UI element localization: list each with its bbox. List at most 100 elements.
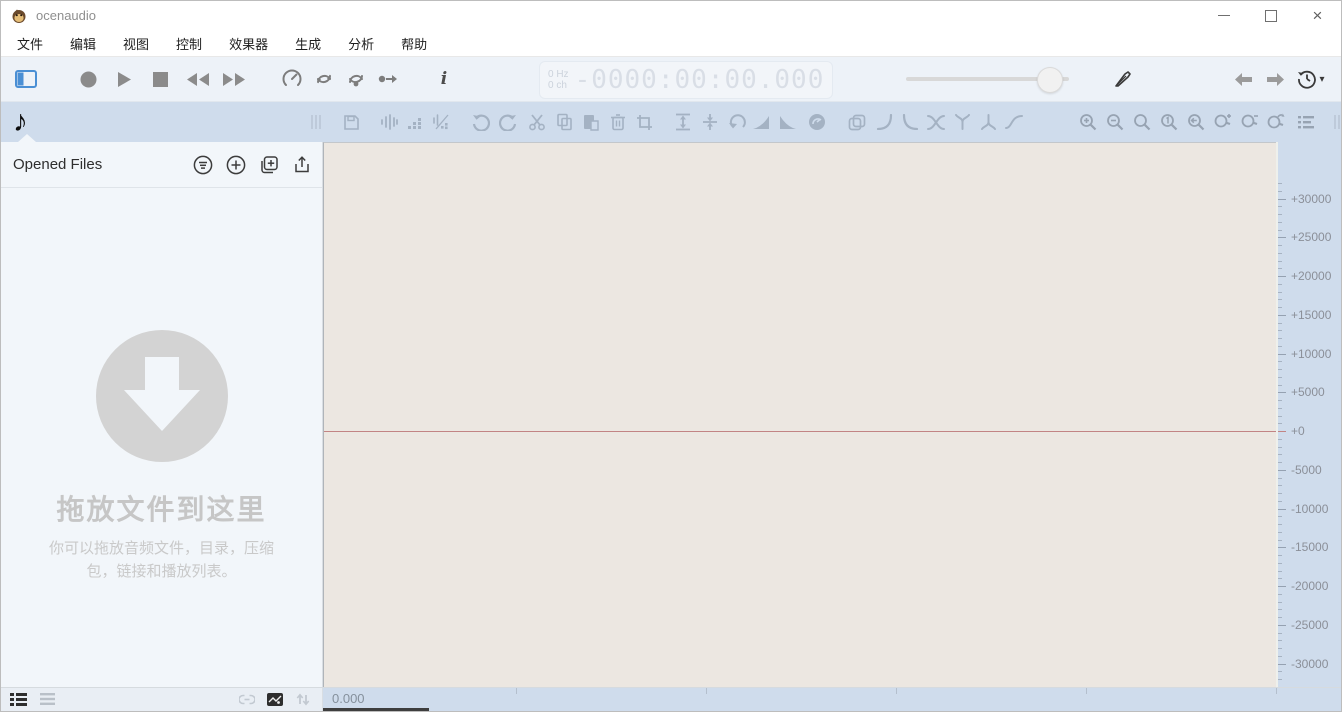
- crossfade-button[interactable]: [924, 110, 948, 134]
- ruler-label: +5000: [1291, 385, 1325, 399]
- ruler-tick: [1278, 330, 1282, 331]
- copy-button[interactable]: [552, 110, 576, 134]
- ruler-tick: [1278, 268, 1282, 269]
- save-button[interactable]: [339, 110, 363, 134]
- zoom-full-button[interactable]: [1157, 110, 1181, 134]
- zoom-in-button[interactable]: [1076, 110, 1100, 134]
- ruler-tick: [1278, 346, 1282, 347]
- trim-button[interactable]: [632, 110, 656, 134]
- scissors-icon: [528, 113, 546, 131]
- navigate-back-button[interactable]: [1230, 66, 1256, 92]
- copy-plus-icon: [259, 155, 279, 175]
- ruler-zero-tick: [1278, 431, 1286, 432]
- time-ruler[interactable]: 0.000: [323, 688, 1341, 711]
- channel-levels-button[interactable]: [1294, 110, 1318, 134]
- reverse-button[interactable]: [725, 110, 749, 134]
- bottom-bar: 0.000: [1, 687, 1341, 711]
- waveform-view-button[interactable]: [377, 110, 401, 134]
- add-file-button[interactable]: [226, 155, 246, 175]
- new-group-button[interactable]: [259, 155, 279, 175]
- sidebar-header-actions: [193, 155, 312, 175]
- ruler-tick: [1278, 338, 1282, 339]
- edit-toolbar: ♪: [1, 102, 1341, 142]
- vertical-zoom-reset-button[interactable]: [1263, 110, 1287, 134]
- minimize-icon: [1218, 15, 1230, 16]
- ruler-tick: [1278, 191, 1282, 192]
- play-from-cursor-button[interactable]: [375, 66, 401, 92]
- menu-analyze[interactable]: 分析: [348, 34, 374, 53]
- vertical-zoom-out-button[interactable]: [1237, 110, 1261, 134]
- menu-edit[interactable]: 编辑: [70, 34, 96, 53]
- zoom-out-button[interactable]: [1103, 110, 1127, 134]
- fast-forward-button[interactable]: [219, 66, 249, 92]
- export-file-button[interactable]: [292, 155, 312, 175]
- menu-control[interactable]: 控制: [176, 34, 202, 53]
- redo-button[interactable]: [496, 110, 520, 134]
- filter-files-button[interactable]: [193, 155, 213, 175]
- history-caret-icon: ▾: [1319, 74, 1324, 85]
- horizontal-scrollbar-thumb[interactable]: [323, 708, 429, 711]
- close-button[interactable]: ×: [1294, 1, 1341, 30]
- play-button[interactable]: [111, 66, 137, 92]
- loop-playback-button[interactable]: [311, 66, 337, 92]
- ruler-tick: [1278, 230, 1282, 231]
- cut-button[interactable]: [525, 110, 549, 134]
- waveform-editor[interactable]: [323, 142, 1276, 687]
- rewind-button[interactable]: [183, 66, 213, 92]
- curve-concave-button[interactable]: [898, 110, 922, 134]
- link-files-button[interactable]: [238, 691, 256, 707]
- menu-view[interactable]: 视图: [123, 34, 149, 53]
- ruler-tick: [1278, 253, 1282, 254]
- navigate-forward-button[interactable]: [1262, 66, 1288, 92]
- zoom-back-button[interactable]: [1184, 110, 1208, 134]
- clone-selection-button[interactable]: [845, 110, 869, 134]
- normalize-button[interactable]: [805, 110, 829, 134]
- loop-selection-button[interactable]: [343, 66, 369, 92]
- file-info-button[interactable]: i: [431, 66, 457, 92]
- amplitude-ruler[interactable]: +30000+25000+20000+15000+10000+5000+0-50…: [1276, 142, 1341, 687]
- split-curve-button[interactable]: [950, 110, 974, 134]
- crop-icon: [636, 114, 653, 131]
- ruler-tick: [1278, 400, 1282, 401]
- fade-in-button[interactable]: [749, 110, 773, 134]
- menu-effects[interactable]: 效果器: [229, 34, 268, 53]
- toolbar-end-drag-handle[interactable]: [1327, 110, 1342, 134]
- record-button[interactable]: [75, 66, 101, 92]
- toggle-sidebar-button[interactable]: [13, 66, 39, 92]
- delete-button[interactable]: [606, 110, 630, 134]
- undo-button[interactable]: [469, 110, 493, 134]
- playback-speed-button[interactable]: [279, 66, 305, 92]
- sort-files-button[interactable]: [294, 691, 312, 707]
- minimize-button[interactable]: [1200, 1, 1247, 30]
- detailed-list-view-button[interactable]: [9, 691, 27, 707]
- zoom-selection-button[interactable]: [1130, 110, 1154, 134]
- ruler-label: +15000: [1291, 308, 1331, 322]
- ruler-tick: [1278, 571, 1282, 572]
- ruler-label: +20000: [1291, 269, 1331, 283]
- menu-file[interactable]: 文件: [17, 34, 43, 53]
- reduce-gain-button[interactable]: [698, 110, 722, 134]
- paste-button[interactable]: [579, 110, 603, 134]
- editing-pen-button[interactable]: [1109, 66, 1135, 92]
- toolbar-drag-handle[interactable]: [304, 110, 328, 134]
- curve-convex-button[interactable]: [872, 110, 896, 134]
- split-view-button[interactable]: [429, 110, 453, 134]
- history-button[interactable]: ▾: [1294, 66, 1328, 92]
- show-minimap-button[interactable]: [266, 691, 284, 707]
- menu-help[interactable]: 帮助: [401, 34, 427, 53]
- timeline-tick: [1086, 688, 1087, 694]
- spectrogram-view-button[interactable]: [403, 110, 427, 134]
- menu-generate[interactable]: 生成: [295, 34, 321, 53]
- file-dropzone[interactable]: 拖放文件到这里 你可以拖放音频文件，目录，压缩包，链接和播放列表。: [1, 188, 322, 583]
- compact-list-view-button[interactable]: [38, 691, 56, 707]
- smooth-curve-button[interactable]: [1002, 110, 1026, 134]
- title-bar: ocenaudio ×: [1, 1, 1341, 30]
- merge-curve-button[interactable]: [976, 110, 1000, 134]
- volume-slider-handle[interactable]: [1037, 67, 1063, 93]
- fade-out-button[interactable]: [776, 110, 800, 134]
- stop-button[interactable]: [147, 66, 173, 92]
- maximize-button[interactable]: [1247, 1, 1294, 30]
- vertical-zoom-in-button[interactable]: [1210, 110, 1234, 134]
- amplify-button[interactable]: [671, 110, 695, 134]
- ruler-tick: [1278, 315, 1286, 316]
